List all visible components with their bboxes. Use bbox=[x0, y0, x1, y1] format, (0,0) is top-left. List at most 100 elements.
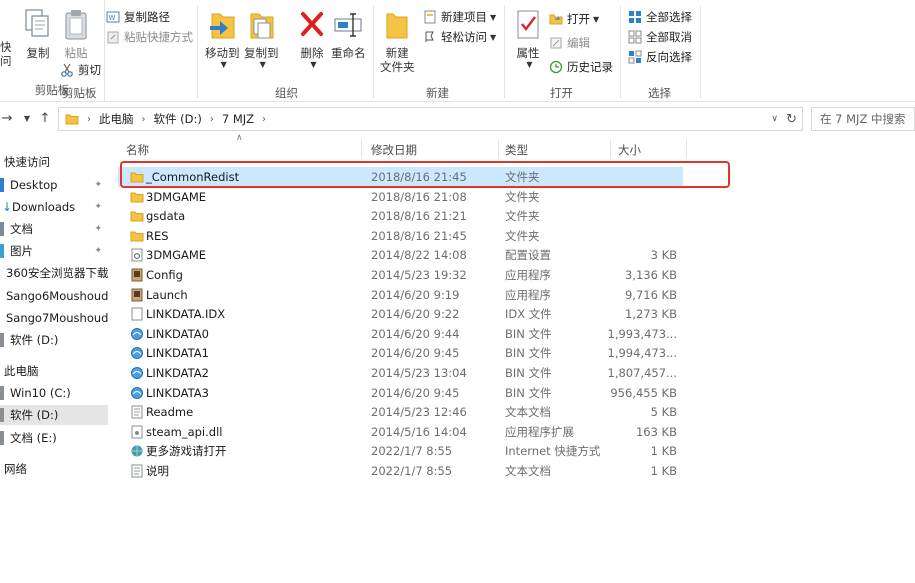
file-row[interactable]: 3DMGAME 2014/8/22 14:08 配置设置 3 KB bbox=[118, 245, 683, 265]
copy-to-button[interactable]: 复制到 ▼ bbox=[244, 8, 279, 69]
file-row[interactable]: RES 2018/8/16 21:45 文件夹 bbox=[118, 226, 683, 246]
delete-x-icon bbox=[301, 12, 323, 36]
edit-icon bbox=[550, 37, 562, 49]
file-size: 3,136 KB bbox=[624, 268, 677, 282]
file-date: 2014/5/23 12:46 bbox=[371, 405, 467, 420]
file-name: Config bbox=[146, 268, 183, 282]
nav-item-label: Desktop bbox=[10, 178, 58, 192]
file-row[interactable]: LINKDATA.IDX 2014/6/20 9:22 IDX 文件 1,273 KB bbox=[118, 304, 683, 324]
file-date: 2014/6/20 9:19 bbox=[371, 287, 460, 302]
select-none-label: 全部取消 bbox=[646, 30, 692, 44]
file-row[interactable]: LINKDATA1 2014/6/20 9:45 BIN 文件 1,994,473..… bbox=[118, 343, 683, 363]
app-icon bbox=[131, 288, 143, 302]
file-row[interactable]: Config 2014/5/23 19:32 应用程序 3,136 KB bbox=[118, 265, 683, 285]
file-date: 2014/6/20 9:22 bbox=[371, 307, 460, 322]
cut-button[interactable]: 剪切 bbox=[60, 61, 101, 79]
address-bar[interactable]: › 此电脑 › 软件 (D:) › 7 MJZ › ∨ ↻ bbox=[58, 107, 803, 131]
nav-item-documents[interactable]: 文档 ✦ bbox=[0, 219, 108, 239]
invert-selection-button[interactable]: 反向选择 bbox=[628, 48, 692, 66]
open-icon bbox=[549, 14, 563, 25]
search-input[interactable]: 在 7 MJZ 中搜索 bbox=[811, 107, 915, 131]
folder-icon bbox=[130, 211, 144, 222]
quick-access-header[interactable]: 快速访问 bbox=[4, 154, 50, 170]
new-folder-button[interactable]: 新建 文件夹 bbox=[380, 8, 415, 74]
nav-item-pictures[interactable]: 图片 ✦ bbox=[0, 241, 108, 261]
breadcrumb-separator-icon: › bbox=[87, 113, 91, 125]
properties-button[interactable]: 属性 ▼ bbox=[512, 8, 544, 69]
nav-item-drive-c[interactable]: Win10 (C:) bbox=[0, 383, 108, 403]
file-row[interactable]: LINKDATA2 2014/5/23 13:04 BIN 文件 1,807,457.… bbox=[118, 363, 683, 383]
file-name: steam_api.dll bbox=[146, 424, 223, 439]
edit-button[interactable]: 编辑 bbox=[549, 34, 590, 52]
new-item-button[interactable]: 新建项目 ▼ bbox=[423, 8, 496, 26]
chevron-down-icon: ▼ bbox=[490, 12, 497, 22]
history-button[interactable]: 历史记录 bbox=[549, 58, 613, 76]
recent-locations-icon[interactable]: ▼ bbox=[20, 110, 34, 128]
address-dropdown-icon[interactable]: ∨ bbox=[771, 114, 778, 124]
move-to-button[interactable]: 移动到 ▼ bbox=[205, 8, 240, 69]
file-row[interactable]: LINKDATA3 2014/6/20 9:45 BIN 文件 956,455 KB bbox=[118, 383, 683, 403]
copy-path-button[interactable]: W 复制路径 bbox=[106, 8, 170, 26]
nav-item-360-downloads[interactable]: 360安全浏览器下载 bbox=[0, 263, 108, 283]
file-row[interactable]: 说明 2022/1/7 8:55 文本文档 1 KB bbox=[118, 461, 683, 481]
nav-item-label: 软件 (D:) bbox=[10, 333, 59, 347]
breadcrumb-drive[interactable]: 软件 (D:) bbox=[154, 111, 202, 127]
ribbon-divider bbox=[504, 6, 505, 98]
column-divider[interactable] bbox=[361, 139, 362, 159]
nav-item-drive-e[interactable]: 文档 (E:) bbox=[0, 428, 108, 448]
column-header-type[interactable]: 类型 bbox=[505, 141, 528, 159]
column-divider[interactable] bbox=[498, 139, 499, 159]
pin-label-2: 问 bbox=[0, 54, 12, 68]
nav-item-desktop[interactable]: Desktop ✦ bbox=[0, 175, 108, 195]
file-type: BIN 文件 bbox=[505, 346, 552, 361]
column-header-name[interactable]: 名称 bbox=[126, 141, 149, 159]
nav-item-drive-d[interactable]: 软件 (D:) bbox=[0, 405, 108, 425]
nav-item-downloads[interactable]: ↓ Downloads ✦ bbox=[0, 197, 108, 217]
breadcrumb-separator-icon: › bbox=[262, 113, 267, 125]
copy-path-icon: W bbox=[106, 11, 120, 23]
paste-shortcut-button[interactable]: 粘贴快捷方式 bbox=[106, 28, 193, 46]
file-row[interactable]: Readme 2014/5/23 12:46 文本文档 5 KB bbox=[118, 402, 683, 422]
file-row[interactable]: Launch 2014/6/20 9:19 应用程序 9,716 KB bbox=[118, 285, 683, 305]
column-divider[interactable] bbox=[686, 139, 687, 159]
file-type: Internet 快捷方式 bbox=[505, 444, 601, 459]
paste-button[interactable]: 粘贴 bbox=[60, 8, 92, 60]
pin-quick-access-button[interactable]: 快 问 bbox=[0, 40, 12, 68]
properties-label: 属性 bbox=[516, 46, 540, 60]
rename-button[interactable]: 重命名 bbox=[331, 8, 366, 60]
nav-item-drive-d-quick[interactable]: 软件 (D:) bbox=[0, 330, 108, 350]
file-date: 2014/5/23 19:32 bbox=[371, 268, 467, 282]
file-row[interactable]: 更多游戏请打开 2022/1/7 8:55 Internet 快捷方式 1 KB bbox=[118, 441, 683, 461]
column-divider[interactable] bbox=[610, 139, 611, 159]
easy-access-button[interactable]: 轻松访问 ▼ bbox=[423, 28, 496, 46]
file-type: 文件夹 bbox=[505, 209, 540, 224]
file-row[interactable]: steam_api.dll 2014/5/16 14:04 应用程序扩展 163 KB bbox=[118, 422, 683, 442]
copy-button[interactable]: 复制 bbox=[22, 8, 54, 60]
file-row[interactable]: gsdata 2018/8/16 21:21 文件夹 bbox=[118, 206, 683, 226]
column-header-date[interactable]: 修改日期 bbox=[371, 141, 417, 159]
delete-button[interactable]: 删除 ▼ bbox=[296, 8, 328, 69]
nav-item-sango7[interactable]: Sango7Moushoud bbox=[0, 308, 108, 328]
breadcrumb-folder[interactable]: 7 MJZ bbox=[222, 112, 254, 126]
file-size: 956,455 KB bbox=[610, 385, 677, 400]
nav-item-sango6[interactable]: Sango6Moushoud bbox=[0, 286, 108, 306]
paste-shortcut-label: 粘贴快捷方式 bbox=[124, 30, 193, 44]
file-row[interactable]: LINKDATA0 2014/6/20 9:44 BIN 文件 1,993,473..… bbox=[118, 324, 683, 344]
new-item-icon bbox=[424, 10, 436, 24]
open-button[interactable]: 打开 ▼ bbox=[549, 10, 599, 28]
text-file-icon bbox=[131, 464, 143, 478]
breadcrumb-this-pc[interactable]: 此电脑 bbox=[99, 111, 134, 127]
network-header[interactable]: 网络 bbox=[4, 461, 27, 477]
column-header-size[interactable]: 大小 bbox=[618, 141, 641, 159]
file-date: 2014/6/20 9:45 bbox=[371, 346, 460, 361]
column-headers: 名称 修改日期 类型 大小 bbox=[118, 139, 688, 159]
select-all-button[interactable]: 全部选择 bbox=[628, 8, 692, 26]
file-size: 9,716 KB bbox=[624, 287, 677, 302]
forward-arrow-icon[interactable]: → bbox=[0, 110, 14, 128]
select-none-icon bbox=[628, 30, 642, 44]
select-none-button[interactable]: 全部取消 bbox=[628, 28, 692, 46]
refresh-icon[interactable]: ↻ bbox=[786, 112, 797, 127]
up-arrow-icon[interactable]: ↑ bbox=[38, 110, 52, 128]
this-pc-header[interactable]: 此电脑 bbox=[4, 363, 39, 379]
file-row[interactable]: 3DMGAME 2018/8/16 21:08 文件夹 bbox=[118, 187, 683, 207]
